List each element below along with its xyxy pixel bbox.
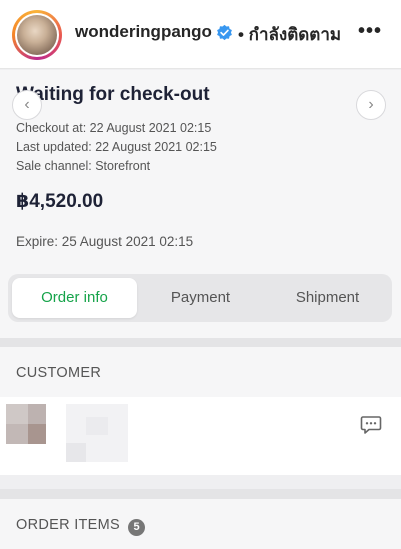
- username[interactable]: wonderingpango: [75, 22, 212, 42]
- chevron-left-icon[interactable]: ‹: [12, 90, 42, 120]
- expire-date: Expire: 25 August 2021 02:15: [16, 234, 194, 249]
- tab-payment[interactable]: Payment: [143, 278, 258, 318]
- chevron-right-icon[interactable]: ›: [356, 90, 386, 120]
- tab-shipment[interactable]: Shipment: [270, 278, 385, 318]
- order-total: ฿4,520.00: [16, 191, 104, 212]
- more-icon[interactable]: •••: [358, 20, 382, 43]
- customer-label: CUSTOMER: [16, 365, 102, 381]
- customer-section-header: CUSTOMER: [0, 347, 401, 397]
- order-summary: Waiting for check-out Checkout at: 22 Au…: [0, 70, 401, 340]
- chat-icon[interactable]: [360, 415, 382, 435]
- customer-row[interactable]: [0, 397, 401, 475]
- blurred-avatar: [6, 404, 28, 424]
- order-items-count-badge: 5: [128, 519, 145, 536]
- section-divider: [0, 489, 401, 499]
- order-tabs: Order info Payment Shipment: [8, 274, 392, 322]
- sale-channel: Sale channel: Storefront: [16, 159, 151, 173]
- order-items-label: ORDER ITEMS: [16, 517, 120, 533]
- tab-order-info[interactable]: Order info: [12, 278, 137, 318]
- checkout-at: Checkout at: 22 August 2021 02:15: [16, 121, 212, 135]
- following-status[interactable]: • กำลังติดตาม: [238, 21, 341, 48]
- order-status-title: Waiting for check-out: [16, 84, 210, 105]
- order-items-section-header: ORDER ITEMS 5: [0, 499, 401, 549]
- avatar[interactable]: [12, 10, 62, 60]
- avatar-photo: [17, 15, 57, 55]
- last-updated: Last updated: 22 August 2021 02:15: [16, 140, 217, 154]
- verified-badge-icon: [217, 24, 232, 41]
- profile-header: wonderingpango • กำลังติดตาม •••: [0, 0, 401, 69]
